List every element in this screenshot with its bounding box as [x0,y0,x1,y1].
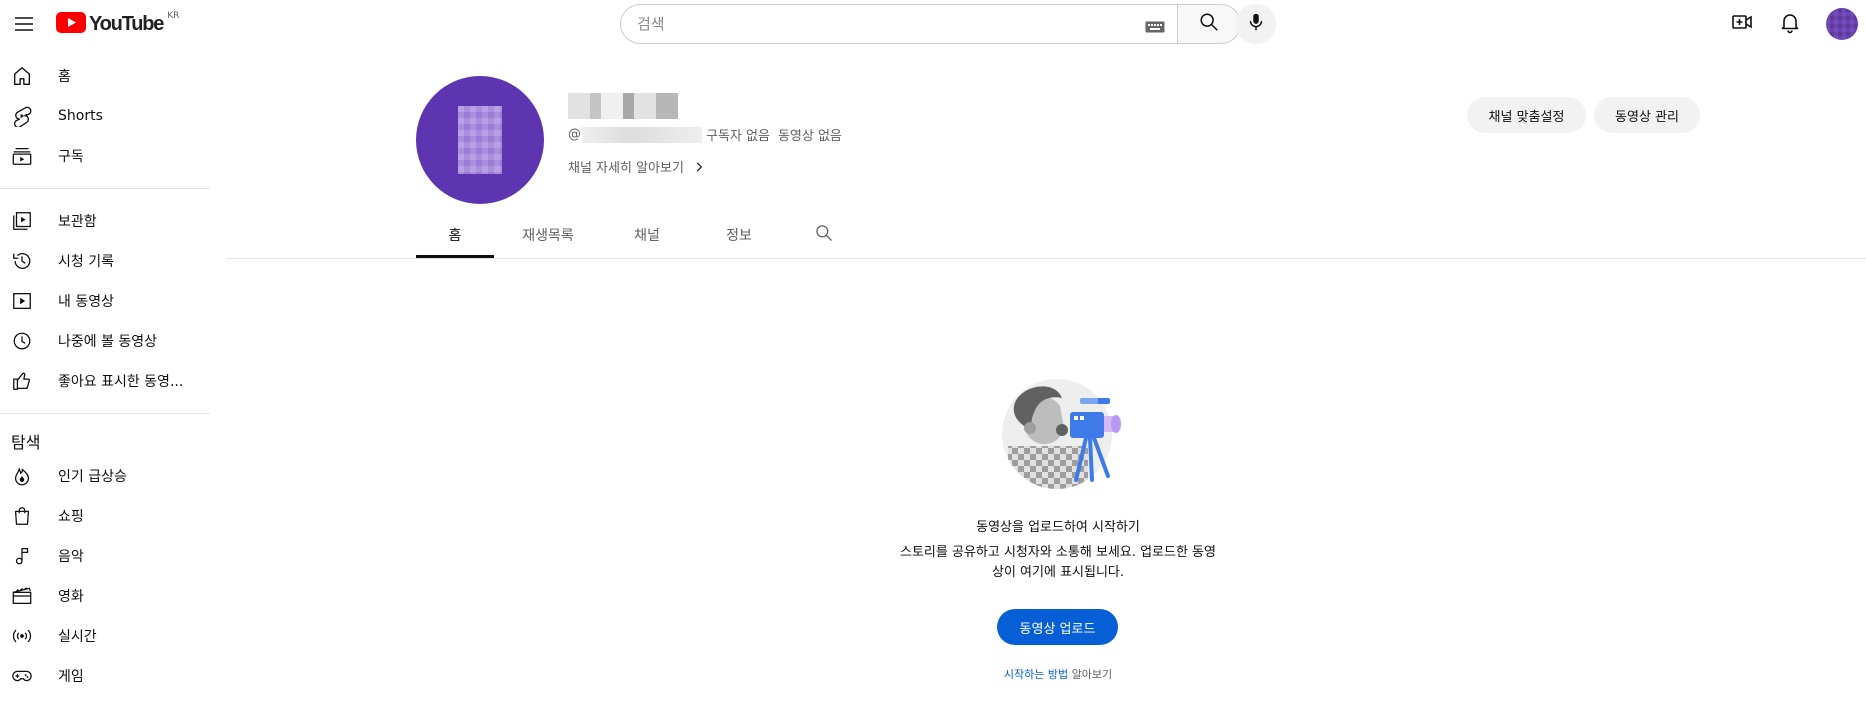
sidebar-item-label: 음악 [58,549,84,565]
library-icon [10,209,34,233]
tab-channels[interactable]: 채널 [602,216,692,258]
search-bar [620,4,1241,44]
your-videos-icon [10,289,34,313]
search-box [620,4,1177,44]
sidebar: 홈 Shorts 구독 보관함 시청 기록 내 동영상 나중에 볼 동영상 좋아… [0,56,210,696]
tab-playlists[interactable]: 재생목록 [494,216,602,258]
sidebar-item-music[interactable]: 음악 [0,536,210,576]
subscriber-count: 구독자 없음 [706,129,770,144]
upload-video-button[interactable]: 동영상 업로드 [997,609,1118,645]
channel-handle-redacted [582,126,702,143]
channel-avatar[interactable] [416,76,544,204]
search-icon [814,223,834,247]
more-about-label: 채널 자세히 알아보기 [568,161,684,176]
search-input[interactable] [637,15,1145,33]
empty-state-description: 스토리를 공유하고 시청자와 소통해 보세요. 업로드한 동영상이 여기에 표시… [900,545,1216,580]
youtube-logo-icon [56,11,86,37]
watch-later-icon [10,329,34,353]
sidebar-item-watch-later[interactable]: 나중에 볼 동영상 [0,321,210,361]
channel-name-redacted [568,93,678,119]
sidebar-item-label: Shorts [58,108,103,124]
sidebar-item-home[interactable]: 홈 [0,56,210,96]
liked-icon [10,369,34,393]
manage-videos-button[interactable]: 동영상 관리 [1594,97,1700,133]
movies-icon [10,584,34,608]
voice-search-button[interactable] [1236,4,1276,44]
sidebar-item-movies[interactable]: 영화 [0,576,210,616]
trending-icon [10,464,34,488]
music-icon [10,544,34,568]
search-icon [1198,11,1220,37]
channel-handle-prefix: @ [568,127,581,142]
notifications-button[interactable] [1770,4,1810,44]
keyboard-icon[interactable] [1145,18,1165,33]
sidebar-item-shopping[interactable]: 쇼핑 [0,496,210,536]
live-icon [10,624,34,648]
top-right-actions [1722,4,1866,44]
customize-channel-button[interactable]: 채널 맞춤설정 [1467,97,1586,133]
subscriptions-icon [10,144,34,168]
sidebar-item-label: 나중에 볼 동영상 [58,334,158,350]
menu-icon[interactable] [12,12,36,36]
sidebar-item-label: 실시간 [58,629,97,645]
channel-meta: @ 구독자 없음 동영상 없음 [568,125,842,144]
youtube-logo[interactable]: YouTube KR [56,11,180,37]
mic-icon [1245,11,1267,37]
sidebar-item-label: 영화 [58,589,84,605]
sidebar-item-label: 내 동영상 [58,294,114,310]
tabs-divider [226,258,1866,259]
tab-search-button[interactable] [804,216,844,258]
sidebar-divider [0,413,210,414]
sidebar-item-label: 게임 [58,669,84,685]
history-icon [10,249,34,273]
sidebar-item-gaming[interactable]: 게임 [0,656,210,696]
region-label: KR [167,11,180,21]
channel-more-about-link[interactable]: 채널 자세히 알아보기 [568,157,706,176]
create-video-icon [1730,10,1754,38]
empty-state-illustration [1000,376,1130,492]
account-avatar[interactable] [1826,8,1858,40]
sidebar-item-shorts[interactable]: Shorts [0,96,210,136]
shorts-icon [10,104,34,128]
search-button[interactable] [1177,4,1241,44]
tab-about[interactable]: 정보 [692,216,786,258]
logo-text: YouTube [89,12,164,35]
getting-started-link[interactable]: 시작하는 방법 [1004,668,1068,681]
channel-avatar-letter-pixelated [458,106,502,174]
sidebar-item-label: 쇼핑 [58,509,84,525]
sidebar-section-explore: 탐색 [11,433,41,452]
tab-home[interactable]: 홈 [416,216,494,258]
sidebar-item-library[interactable]: 보관함 [0,201,210,241]
top-bar: YouTube KR [0,0,1866,48]
notifications-icon [1778,10,1802,38]
sidebar-item-subscriptions[interactable]: 구독 [0,136,210,176]
sidebar-item-label: 홈 [58,69,71,85]
sidebar-item-label: 시청 기록 [58,254,114,270]
learn-more-suffix: 알아보기 [1068,668,1113,681]
sidebar-item-your-videos[interactable]: 내 동영상 [0,281,210,321]
video-count: 동영상 없음 [777,129,842,144]
sidebar-divider [0,188,210,189]
sidebar-item-live[interactable]: 실시간 [0,616,210,656]
sidebar-item-liked-videos[interactable]: 좋아요 표시한 동영... [0,361,210,401]
empty-state-title: 동영상을 업로드하여 시작하기 [976,520,1140,535]
chevron-right-icon [692,160,706,174]
create-button[interactable] [1722,4,1762,44]
channel-tabs: 홈 재생목록 채널 정보 [416,216,844,258]
sidebar-item-history[interactable]: 시청 기록 [0,241,210,281]
sidebar-item-label: 구독 [58,149,84,165]
gaming-icon [10,664,34,688]
sidebar-item-label: 좋아요 표시한 동영... [58,374,184,390]
shopping-icon [10,504,34,528]
sidebar-item-trending[interactable]: 인기 급상승 [0,456,210,496]
sidebar-item-label: 인기 급상승 [58,469,127,485]
learn-more-line: 시작하는 방법 알아보기 [858,666,1258,682]
sidebar-item-label: 보관함 [58,214,97,230]
home-icon [10,64,34,88]
